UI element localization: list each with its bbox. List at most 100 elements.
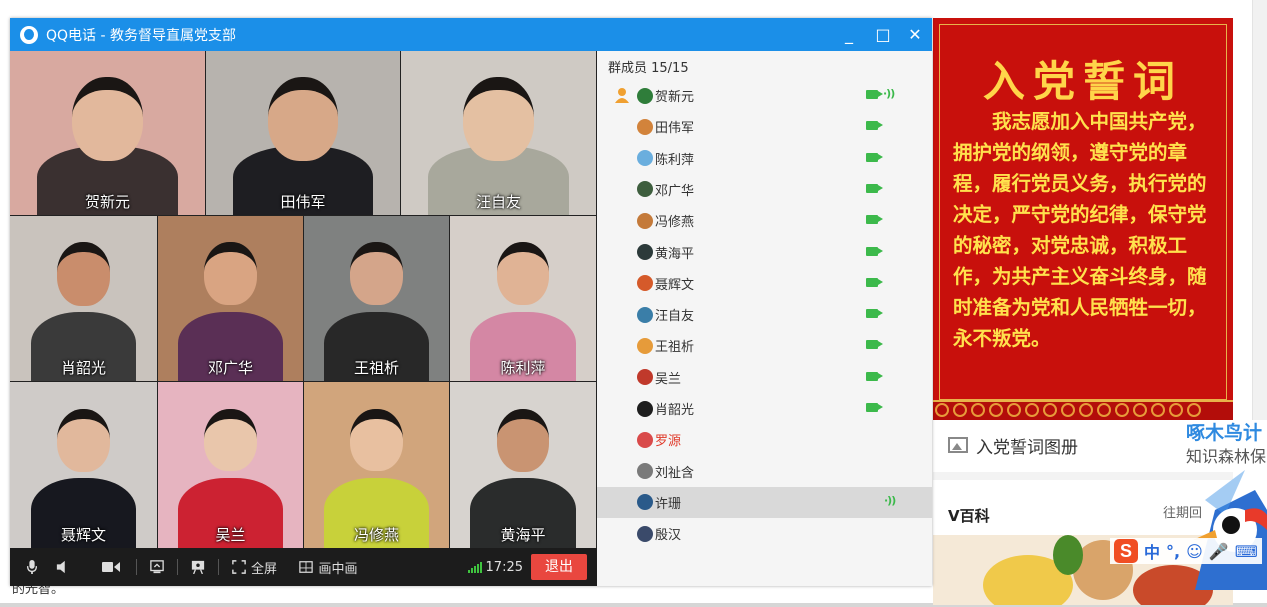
oath-footer-pattern <box>933 400 1233 420</box>
microphone-icon <box>26 560 38 574</box>
member-row[interactable]: 肖韶光 <box>597 393 932 424</box>
video-tile[interactable]: 陈利萍 <box>450 216 596 381</box>
pip-icon <box>299 561 314 573</box>
video-tile[interactable]: 贺新元 <box>10 51 205 215</box>
screen-share-button[interactable] <box>143 548 171 586</box>
signal-strength-icon <box>467 561 482 573</box>
picture-icon <box>948 437 968 453</box>
ime-mode-toggle[interactable]: 中 <box>1144 539 1160 563</box>
member-row[interactable]: 邓广华 <box>597 174 932 205</box>
video-tile[interactable]: 聂辉文 <box>10 382 157 548</box>
participant-face <box>57 408 110 473</box>
fullscreen-button[interactable]: 全屏 <box>225 548 283 586</box>
member-avatar <box>637 369 653 386</box>
fullscreen-label: 全屏 <box>250 561 277 577</box>
member-row[interactable]: 殷汉 <box>597 518 932 549</box>
qq-call-window: QQ电话 - 教务督导直属党支部 _ □ ✕ 贺新元 田伟军 汪自友 肖韶光 邓广华 王祖… <box>10 18 932 586</box>
maximize-button[interactable]: □ <box>866 18 900 51</box>
participant-name: 汪自友 <box>475 193 521 211</box>
camera-on-icon <box>866 152 878 162</box>
member-avatar <box>637 87 653 104</box>
member-row[interactable]: 田伟军 <box>597 111 932 142</box>
participant-face <box>72 77 143 162</box>
speaking-icon: ·)) <box>883 87 895 100</box>
window-title: QQ电话 - 教务督导直属党支部 <box>46 27 236 44</box>
camera-on-icon <box>866 403 878 412</box>
ime-punctuation-toggle[interactable]: °, <box>1166 542 1180 561</box>
participant-face <box>204 408 257 472</box>
ime-toolbar[interactable]: S 中 °, ☺ 🎤 ⌨ <box>1110 538 1262 564</box>
member-row[interactable]: 吴兰 <box>597 362 932 393</box>
ime-keyboard-icon[interactable]: ⌨ <box>1235 542 1258 561</box>
ime-emoji-icon[interactable]: ☺ <box>1186 542 1203 561</box>
separator <box>177 559 178 575</box>
member-name: 陈利萍 <box>655 152 695 168</box>
video-tile[interactable]: 邓广华 <box>158 216 303 381</box>
woodpecker-plan-title[interactable]: 啄木鸟计 <box>1186 418 1262 445</box>
qq-logo-icon <box>20 25 38 44</box>
close-button[interactable]: ✕ <box>898 18 932 51</box>
call-control-bar: 全屏 画中画 17:25 退出 <box>10 548 597 586</box>
member-row[interactable]: 王祖析 <box>597 330 932 361</box>
presentation-button[interactable] <box>184 548 212 586</box>
member-avatar <box>637 181 653 198</box>
member-avatar <box>637 400 653 417</box>
participant-name: 聂辉文 <box>60 526 106 544</box>
video-tile[interactable]: 汪自友 <box>401 51 596 215</box>
member-row[interactable]: 聂辉文 <box>597 268 932 299</box>
camera-on-icon <box>866 183 878 193</box>
participant-name: 黄海平 <box>500 526 546 544</box>
speaker-icon <box>56 560 65 574</box>
oath-image[interactable]: 入党誓词 我志愿加入中国共产党，拥护党的纲领，遵守党的章程，履行党员义务，执行党… <box>933 18 1233 420</box>
video-grid: 贺新元 田伟军 汪自友肖韶光 邓广华 王祖析 陈利萍聂辉文 吴兰 冯修燕 黄海平 <box>10 51 597 548</box>
video-tile[interactable]: 田伟军 <box>206 51 400 215</box>
member-avatar <box>637 494 653 511</box>
camera-on-icon <box>866 309 878 319</box>
picture-in-picture-button[interactable]: 画中画 <box>289 548 367 586</box>
minimize-button[interactable]: _ <box>832 18 866 51</box>
participant-face <box>268 77 338 162</box>
fullscreen-icon <box>232 560 246 574</box>
member-row[interactable]: 罗源 <box>597 424 932 455</box>
member-count-header: 群成员 15/15 <box>608 61 689 76</box>
participant-face <box>204 242 257 306</box>
video-tile[interactable]: 吴兰 <box>158 382 303 548</box>
member-row[interactable]: 汪自友 <box>597 299 932 330</box>
participant-name: 冯修燕 <box>353 526 399 544</box>
pip-label: 画中画 <box>318 561 358 577</box>
camera-icon <box>102 562 120 572</box>
exit-call-button[interactable]: 退出 <box>531 554 587 580</box>
screen: 的光智。 入党誓词 我志愿加入中国共产党，拥护党的纲领，遵守党的章程，履行党员义… <box>0 0 1267 607</box>
member-name: 罗源 <box>655 434 682 450</box>
member-row[interactable]: 刘祉含 <box>597 456 932 487</box>
member-name: 肖韶光 <box>655 403 695 418</box>
album-link[interactable]: 入党誓词图册 <box>948 430 1078 460</box>
member-row[interactable]: 许珊 ·)) <box>597 486 932 518</box>
sogou-logo-icon[interactable]: S <box>1114 539 1138 563</box>
camera-on-icon <box>866 340 878 350</box>
member-avatar <box>637 431 653 448</box>
video-tile[interactable]: 王祖析 <box>304 216 449 381</box>
member-name: 许珊 <box>655 496 682 512</box>
member-avatar <box>637 244 653 260</box>
vbaike-heading: V百科 <box>948 507 990 525</box>
member-panel: 群成员 15/15 贺新元 ·)) 田伟军陈利萍邓广华 冯修燕 黄海平 聂辉文 汪自友 王祖析… <box>597 51 932 586</box>
member-row[interactable]: 陈利萍 <box>597 143 932 174</box>
host-icon <box>615 88 629 103</box>
speaker-button[interactable] <box>48 548 78 586</box>
microphone-button[interactable] <box>16 548 48 586</box>
ime-voice-icon[interactable]: 🎤 <box>1209 542 1229 561</box>
member-row[interactable]: 冯修燕 <box>597 205 932 236</box>
member-row[interactable]: 贺新元 ·)) <box>597 80 932 111</box>
video-tile[interactable]: 肖韶光 <box>10 216 157 381</box>
page-scrollbar[interactable] <box>1252 0 1267 420</box>
camera-button[interactable] <box>92 548 130 586</box>
member-avatar <box>637 463 653 480</box>
screen-share-icon <box>150 560 164 574</box>
call-duration: 17:25 <box>485 559 523 575</box>
member-row[interactable]: 黄海平 <box>597 237 932 268</box>
participant-name: 肖韶光 <box>60 359 106 377</box>
title-bar[interactable]: QQ电话 - 教务督导直属党支部 _ □ ✕ <box>10 18 932 51</box>
video-tile[interactable]: 冯修燕 <box>304 382 449 548</box>
video-tile[interactable]: 黄海平 <box>450 382 596 548</box>
